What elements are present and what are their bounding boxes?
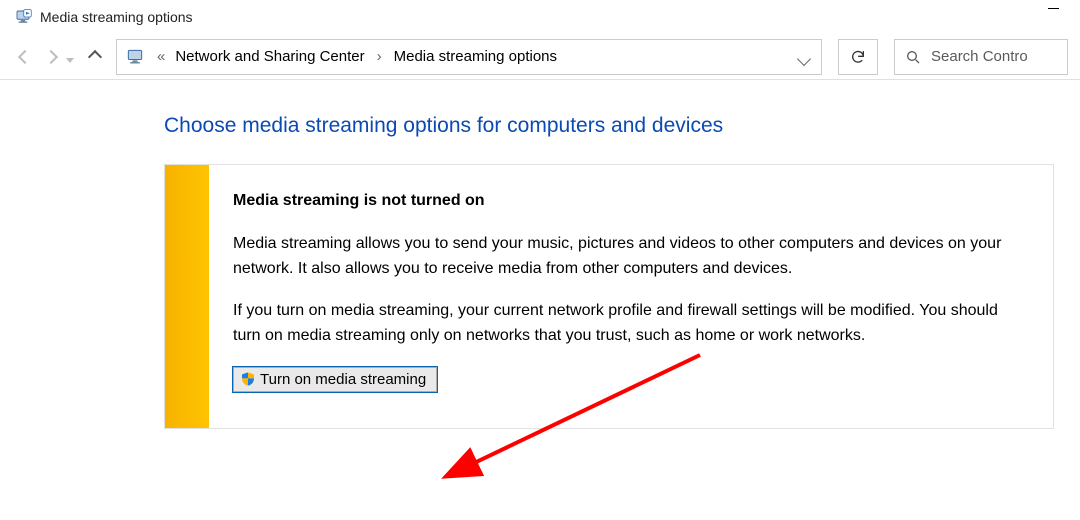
window-titlebar: Media streaming options xyxy=(0,0,1080,34)
uac-shield-icon xyxy=(240,371,256,387)
info-panel: Media streaming is not turned on Media s… xyxy=(164,164,1054,429)
back-button[interactable] xyxy=(18,49,32,63)
location-icon xyxy=(125,47,145,67)
address-bar[interactable]: Network and Sharing Center Media streami… xyxy=(116,39,822,75)
navigation-bar: Network and Sharing Center Media streami… xyxy=(0,34,1080,80)
breadcrumb-parent[interactable]: Network and Sharing Center xyxy=(175,48,364,65)
turn-on-button-label: Turn on media streaming xyxy=(260,371,426,388)
panel-accent-stripe xyxy=(165,165,209,428)
address-dropdown-icon[interactable] xyxy=(797,51,811,65)
panel-paragraph-2: If you turn on media streaming, your cur… xyxy=(233,299,1025,349)
panel-paragraph-1: Media streaming allows you to send your … xyxy=(233,232,1025,282)
breadcrumb-ellipsis[interactable] xyxy=(157,48,165,65)
search-placeholder: Search Contro xyxy=(931,48,1028,65)
search-icon xyxy=(905,49,921,65)
breadcrumb-current[interactable]: Media streaming options xyxy=(394,48,557,65)
search-input[interactable]: Search Contro xyxy=(894,39,1068,75)
window-title: Media streaming options xyxy=(40,9,193,25)
chevron-right-icon xyxy=(375,48,384,65)
forward-button[interactable] xyxy=(44,49,58,63)
recent-locations-dropdown[interactable] xyxy=(66,58,74,63)
minimize-button[interactable] xyxy=(1048,8,1062,9)
up-button[interactable] xyxy=(88,49,102,63)
app-icon xyxy=(14,8,32,26)
panel-subtitle: Media streaming is not turned on xyxy=(233,189,1025,214)
refresh-button[interactable] xyxy=(838,39,878,75)
page-heading: Choose media streaming options for compu… xyxy=(164,114,1080,138)
content-area: Choose media streaming options for compu… xyxy=(0,80,1080,429)
turn-on-media-streaming-button[interactable]: Turn on media streaming xyxy=(233,367,437,392)
